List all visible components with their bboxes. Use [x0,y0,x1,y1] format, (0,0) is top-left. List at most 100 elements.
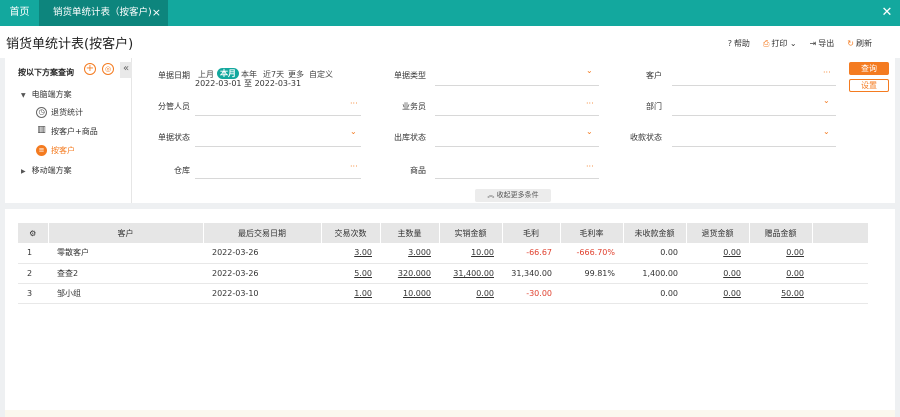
column-header[interactable]: 最后交易日期 [203,223,322,243]
cell-amount[interactable]: 10.00 [439,243,502,264]
more-options-icon[interactable]: ··· [586,162,594,171]
tree-item-customer-product[interactable]: ▥ 按客户+商品 [36,125,97,137]
tab-sales-stats[interactable]: 销货单统计表（按客户) × [39,0,168,26]
receipt-status-select[interactable] [672,146,836,147]
results-panel: ⚙ 客户 最后交易日期 交易次数 主数量 实销金额 毛利 毛利率 未收款金额 退… [5,209,895,417]
cell-gift[interactable]: 0.00 [749,243,812,264]
chevron-down-icon[interactable]: ⌄ [823,96,830,105]
page-header: 销货单统计表(按客户) ? 帮助 ⎙ 打印 ⌄ ⇥ 导出 ↻ 刷新 [0,26,900,58]
warehouse-field[interactable] [195,178,361,179]
cell-qty[interactable]: 10.000 [380,283,439,304]
outbound-status-select[interactable] [435,146,599,147]
cell-last-date: 2022-03-26 [203,263,321,284]
column-header[interactable]: 实销金额 [439,223,503,243]
table-row[interactable]: 3 邹小组 2022-03-10 1.00 10.000 0.00 -30.00… [18,283,868,304]
doc-type-label: 单据类型 [394,71,426,80]
table-footer-summary [5,410,895,417]
doc-type-select[interactable] [435,85,599,86]
cell-profit: -66.67 [502,243,560,264]
refresh-button[interactable]: ↻ 刷新 [847,38,872,49]
more-options-icon[interactable]: ··· [350,99,358,108]
doc-status-select[interactable] [195,146,361,147]
cell-margin: -666.70% [560,243,623,264]
customer-label: 客户 [646,71,662,80]
print-button[interactable]: ⎙ 打印 ⌄ [763,38,797,49]
export-icon: ⇥ [809,39,817,48]
tab-close-icon[interactable]: × [152,0,161,26]
help-label: 帮助 [733,39,750,48]
document-icon: ≡ [36,145,47,156]
tree-item-by-customer[interactable]: ≡ 按客户 [36,145,75,156]
table-row[interactable]: 2 查查2 2022-03-26 5.00 320.000 31,400.00 … [18,263,868,284]
tab-home[interactable]: 首页 [0,0,39,26]
chevron-down-icon[interactable]: ⌄ [823,127,830,136]
tree-item-mobile-schemes[interactable]: ▶ 移动端方案 [21,165,72,176]
tree-label: 按客户 [51,146,75,155]
cell-amount[interactable]: 31,400.00 [439,263,502,284]
column-header[interactable]: 客户 [48,223,204,243]
cell-customer: 查查2 [48,263,203,284]
cell-count[interactable]: 5.00 [321,263,380,284]
more-options-icon[interactable]: ··· [586,99,594,108]
cell-returns[interactable]: 0.00 [686,243,749,264]
bar-chart-icon: ▥ [37,125,46,135]
cell-returns[interactable]: 0.00 [686,283,749,304]
page-title: 销货单统计表(按客户) [6,37,134,52]
cell-qty[interactable]: 320.000 [380,263,439,284]
tree-item-returns[interactable]: ◷ 退货统计 [36,107,83,118]
column-header[interactable]: 毛利 [502,223,561,243]
chevron-down-icon[interactable]: ⌄ [350,127,357,136]
scheme-settings-icon[interactable]: ◎ [102,63,114,75]
add-scheme-icon[interactable]: + [84,63,96,75]
help-button[interactable]: ? 帮助 [728,38,750,49]
column-header[interactable]: 交易次数 [321,223,381,243]
cell-gift[interactable]: 50.00 [749,283,812,304]
date-label: 单据日期 [158,71,190,80]
window-close-icon[interactable]: ✕ [874,0,900,26]
cell-blank [812,243,868,264]
salesman-label: 业务员 [402,102,426,111]
toolbar: ? 帮助 ⎙ 打印 ⌄ ⇥ 导出 ↻ 刷新 [728,38,872,49]
print-label: 打印 [771,39,788,48]
collapse-panel-icon[interactable]: « [120,62,132,78]
cell-qty[interactable]: 3.000 [380,243,439,264]
product-field[interactable] [435,178,599,179]
export-button[interactable]: ⇥ 导出 [810,38,835,49]
refresh-icon: ↻ [847,39,854,48]
settings-button[interactable]: 设置 [849,79,889,92]
column-header[interactable]: 退货金额 [686,223,750,243]
date-option-custom[interactable]: 自定义 [309,69,333,80]
chevron-down-icon[interactable]: ⌄ [586,127,593,136]
more-options-icon[interactable]: ··· [823,68,831,77]
date-range-value[interactable]: 2022-03-01 至 2022-03-31 [195,78,301,89]
cell-customer: 零散客户 [48,243,203,264]
cell-customer: 邹小组 [48,283,203,304]
salesman-field[interactable] [435,115,599,116]
chevron-down-icon: ⌄ [787,39,797,48]
row-index: 3 [18,283,48,304]
column-settings-icon[interactable]: ⚙ [18,223,49,243]
column-header[interactable]: 主数量 [380,223,440,243]
table-row[interactable]: 1 零散客户 2022-03-26 3.00 3.000 10.00 -66.6… [18,243,868,264]
results-table: ⚙ 客户 最后交易日期 交易次数 主数量 实销金额 毛利 毛利率 未收款金额 退… [18,223,869,304]
cell-returns[interactable]: 0.00 [686,263,749,284]
department-select[interactable] [672,115,836,116]
query-button[interactable]: 查询 [849,62,889,75]
cell-gift[interactable]: 0.00 [749,263,812,284]
customer-field[interactable] [672,85,836,86]
tree-item-pc-schemes[interactable]: ▼ 电脑端方案 [21,89,72,100]
cell-count[interactable]: 1.00 [321,283,380,304]
scheme-panel: 按以下方案查询 + ◎ « ▼ 电脑端方案 ◷ 退货统计 ▥ 按客户+商品 ≡ 按客户 … [5,58,132,203]
cell-amount[interactable]: 0.00 [439,283,502,304]
more-options-icon[interactable]: ··· [350,162,358,171]
toggle-more-conditions-button[interactable]: ︽ 收起更多条件 [475,189,551,202]
cell-count[interactable]: 3.00 [321,243,380,264]
column-header[interactable]: 赠品金额 [749,223,813,243]
column-header[interactable]: 毛利率 [560,223,624,243]
clock-icon: ◷ [36,107,47,118]
manager-field[interactable] [195,115,361,116]
column-header[interactable]: 未收款金额 [623,223,687,243]
chevron-down-icon[interactable]: ⌄ [586,66,593,75]
cell-unpaid: 0.00 [623,243,686,264]
doc-status-label: 单据状态 [158,133,190,142]
